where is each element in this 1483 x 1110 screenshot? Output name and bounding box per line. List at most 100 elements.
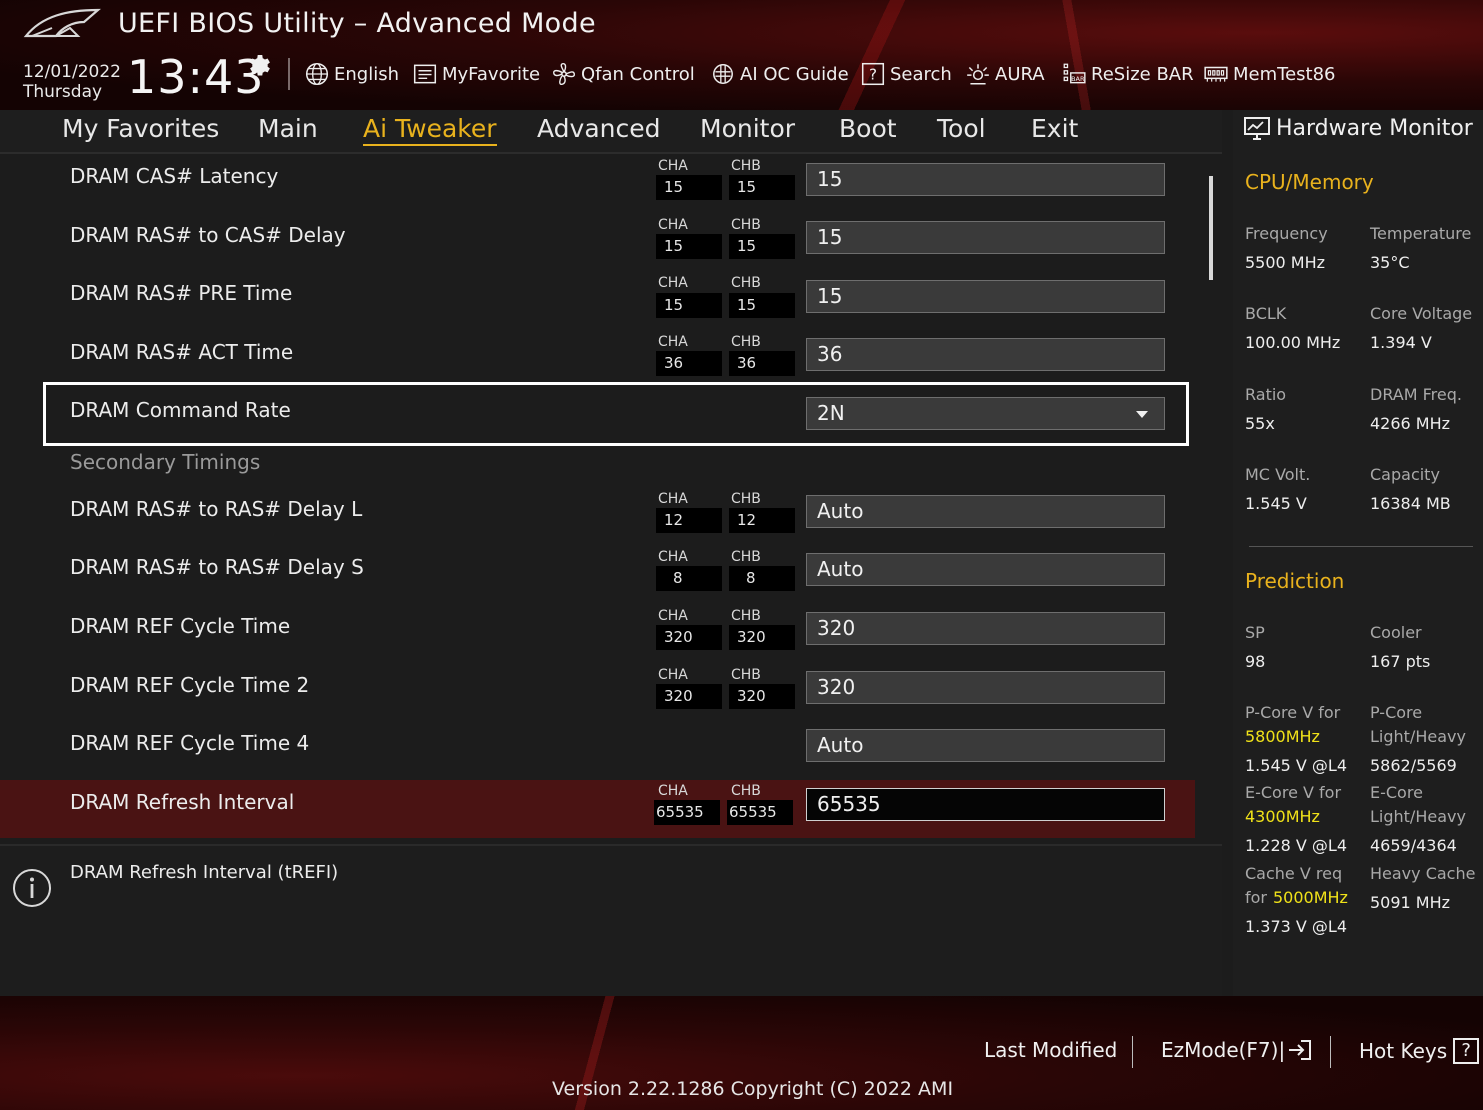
- favorite-list-icon: [413, 64, 437, 84]
- setting-value-input[interactable]: Auto: [806, 495, 1165, 528]
- setting-row-rrd-l[interactable]: DRAM RAS# to RAS# Delay L CHA CHB 12 12 …: [0, 487, 1195, 545]
- setting-label: DRAM REF Cycle Time: [70, 614, 291, 638]
- help-text: DRAM Refresh Interval (tREFI): [70, 862, 339, 883]
- sp-label: SP: [1245, 623, 1265, 642]
- chb-value: 15: [729, 293, 795, 318]
- pcore-light-heavy-value: 5862/5569: [1370, 756, 1457, 775]
- help-panel: DRAM Refresh Interval (tREFI): [0, 844, 1222, 996]
- setting-value-input[interactable]: 320: [806, 671, 1165, 704]
- cache-v-value: 1.373 V @L4: [1245, 917, 1348, 936]
- hardware-monitor-divider: [1249, 546, 1473, 547]
- setting-value-input[interactable]: 320: [806, 612, 1165, 645]
- setting-label: DRAM RAS# ACT Time: [70, 340, 294, 364]
- tab-my-favorites[interactable]: My Favorites: [62, 114, 219, 143]
- cha-value: 320: [656, 684, 722, 709]
- rog-logo-icon: [23, 8, 101, 38]
- cha-tag: CHA: [658, 217, 688, 233]
- date-display: 12/01/2022: [23, 62, 121, 82]
- chb-value: 36: [729, 351, 795, 376]
- dram-freq-label: DRAM Freq.: [1370, 385, 1462, 404]
- exit-arrow-icon: [1289, 1040, 1312, 1060]
- resize-bar-button[interactable]: BAR ReSize BAR: [1061, 60, 1194, 88]
- cooler-label: Cooler: [1370, 623, 1422, 642]
- pcore-light-heavy-label: Light/Heavy: [1370, 727, 1466, 746]
- chb-tag: CHB: [731, 608, 761, 624]
- cha-value: 320: [656, 625, 722, 650]
- aura-label: AURA: [995, 63, 1045, 85]
- core-voltage-value: 1.394 V: [1370, 333, 1432, 352]
- setting-value-input[interactable]: 15: [806, 280, 1165, 313]
- ratio-value: 55x: [1245, 414, 1275, 433]
- setting-label: DRAM REF Cycle Time 2: [70, 673, 310, 697]
- tab-advanced[interactable]: Advanced: [537, 114, 661, 143]
- chb-tag: CHB: [731, 158, 761, 174]
- setting-row-ras-pre[interactable]: DRAM RAS# PRE Time CHA CHB 15 15 15: [0, 271, 1195, 329]
- mc-volt-value: 1.545 V: [1245, 494, 1307, 513]
- chb-tag: CHB: [731, 491, 761, 507]
- tab-boot[interactable]: Boot: [839, 114, 897, 143]
- gear-icon[interactable]: [246, 52, 272, 78]
- dram-freq-value: 4266 MHz: [1370, 414, 1451, 433]
- header-bar: UEFI BIOS Utility – Advanced Mode 12/01/…: [0, 0, 1483, 110]
- setting-value-input[interactable]: 65535: [806, 788, 1165, 821]
- tab-monitor[interactable]: Monitor: [700, 114, 795, 143]
- cha-value: 12: [656, 508, 722, 533]
- tab-ai-tweaker[interactable]: Ai Tweaker: [363, 114, 497, 146]
- cha-value: 8: [656, 566, 722, 591]
- setting-value-input[interactable]: 15: [806, 163, 1165, 196]
- search-button[interactable]: ? Search: [860, 60, 952, 88]
- setting-value-input[interactable]: Auto: [806, 729, 1165, 762]
- bclk-value: 100.00 MHz: [1245, 333, 1341, 352]
- pcore-label: P-Core: [1370, 703, 1423, 722]
- chb-tag: CHB: [731, 275, 761, 291]
- myfavorite-button[interactable]: MyFavorite: [412, 60, 540, 88]
- tab-exit[interactable]: Exit: [1031, 114, 1078, 143]
- ezmode-button[interactable]: EzMode(F7)|: [1161, 1038, 1313, 1062]
- monitor-icon: [1244, 117, 1270, 140]
- english-label: English: [334, 63, 399, 85]
- setting-value-input[interactable]: 36: [806, 338, 1165, 371]
- pcore-v-label: P-Core V for: [1245, 703, 1341, 722]
- selection-highlight-box: [43, 382, 1189, 446]
- chb-tag: CHB: [731, 549, 761, 565]
- tab-main[interactable]: Main: [258, 114, 318, 143]
- prediction-heading: Prediction: [1245, 569, 1345, 593]
- setting-row-rrd-s[interactable]: DRAM RAS# to RAS# Delay S CHA CHB 8 8 Au…: [0, 545, 1195, 603]
- setting-label: DRAM RAS# to RAS# Delay S: [70, 555, 364, 579]
- cha-tag: CHA: [658, 667, 688, 683]
- ai-oc-guide-button[interactable]: AI OC Guide: [710, 60, 849, 88]
- capacity-label: Capacity: [1370, 465, 1440, 484]
- globe-icon: [305, 62, 329, 86]
- setting-row-refresh-interval[interactable]: DRAM Refresh Interval CHA CHB 65535 6553…: [0, 780, 1195, 838]
- setting-row-ref-cycle[interactable]: DRAM REF Cycle Time CHA CHB 320 320 320: [0, 604, 1195, 662]
- scrollbar[interactable]: [1209, 176, 1213, 280]
- hot-keys-button[interactable]: Hot Keys ?: [1359, 1038, 1480, 1064]
- aura-button[interactable]: AURA: [965, 60, 1045, 88]
- cha-tag: CHA: [658, 158, 688, 174]
- cha-tag: CHA: [658, 334, 688, 350]
- hot-keys-label: Hot Keys: [1359, 1039, 1448, 1063]
- qfan-control-button[interactable]: Qfan Control: [551, 60, 695, 88]
- ecore-v-value: 1.228 V @L4: [1245, 836, 1348, 855]
- section-heading-secondary-timings: Secondary Timings: [70, 450, 261, 474]
- cha-value: 15: [656, 175, 722, 200]
- setting-label: DRAM RAS# to RAS# Delay L: [70, 497, 363, 521]
- setting-row-cas-latency[interactable]: DRAM CAS# Latency CHA CHB 15 15 15: [0, 154, 1195, 212]
- tab-tool[interactable]: Tool: [937, 114, 986, 143]
- english-button[interactable]: English: [304, 60, 399, 88]
- setting-value-input[interactable]: Auto: [806, 553, 1165, 586]
- setting-row-ref-cycle-2[interactable]: DRAM REF Cycle Time 2 CHA CHB 320 320 32…: [0, 663, 1195, 721]
- setting-row-ref-cycle-4[interactable]: DRAM REF Cycle Time 4 Auto: [0, 721, 1195, 779]
- pcore-v-frequency: 5800MHz: [1245, 727, 1320, 746]
- footer-divider: [1330, 1036, 1331, 1068]
- ratio-label: Ratio: [1245, 385, 1287, 404]
- chb-tag: CHB: [731, 667, 761, 683]
- cha-tag: CHA: [658, 608, 688, 624]
- setting-row-ras-act[interactable]: DRAM RAS# ACT Time CHA CHB 36 36 36: [0, 330, 1195, 388]
- last-modified-button[interactable]: Last Modified: [984, 1038, 1117, 1062]
- setting-value-input[interactable]: 15: [806, 221, 1165, 254]
- setting-row-ras-to-cas[interactable]: DRAM RAS# to CAS# Delay CHA CHB 15 15 15: [0, 213, 1195, 271]
- cpu-memory-heading: CPU/Memory: [1245, 170, 1374, 194]
- memtest86-button[interactable]: MemTest86: [1203, 60, 1336, 88]
- mc-volt-label: MC Volt.: [1245, 465, 1311, 484]
